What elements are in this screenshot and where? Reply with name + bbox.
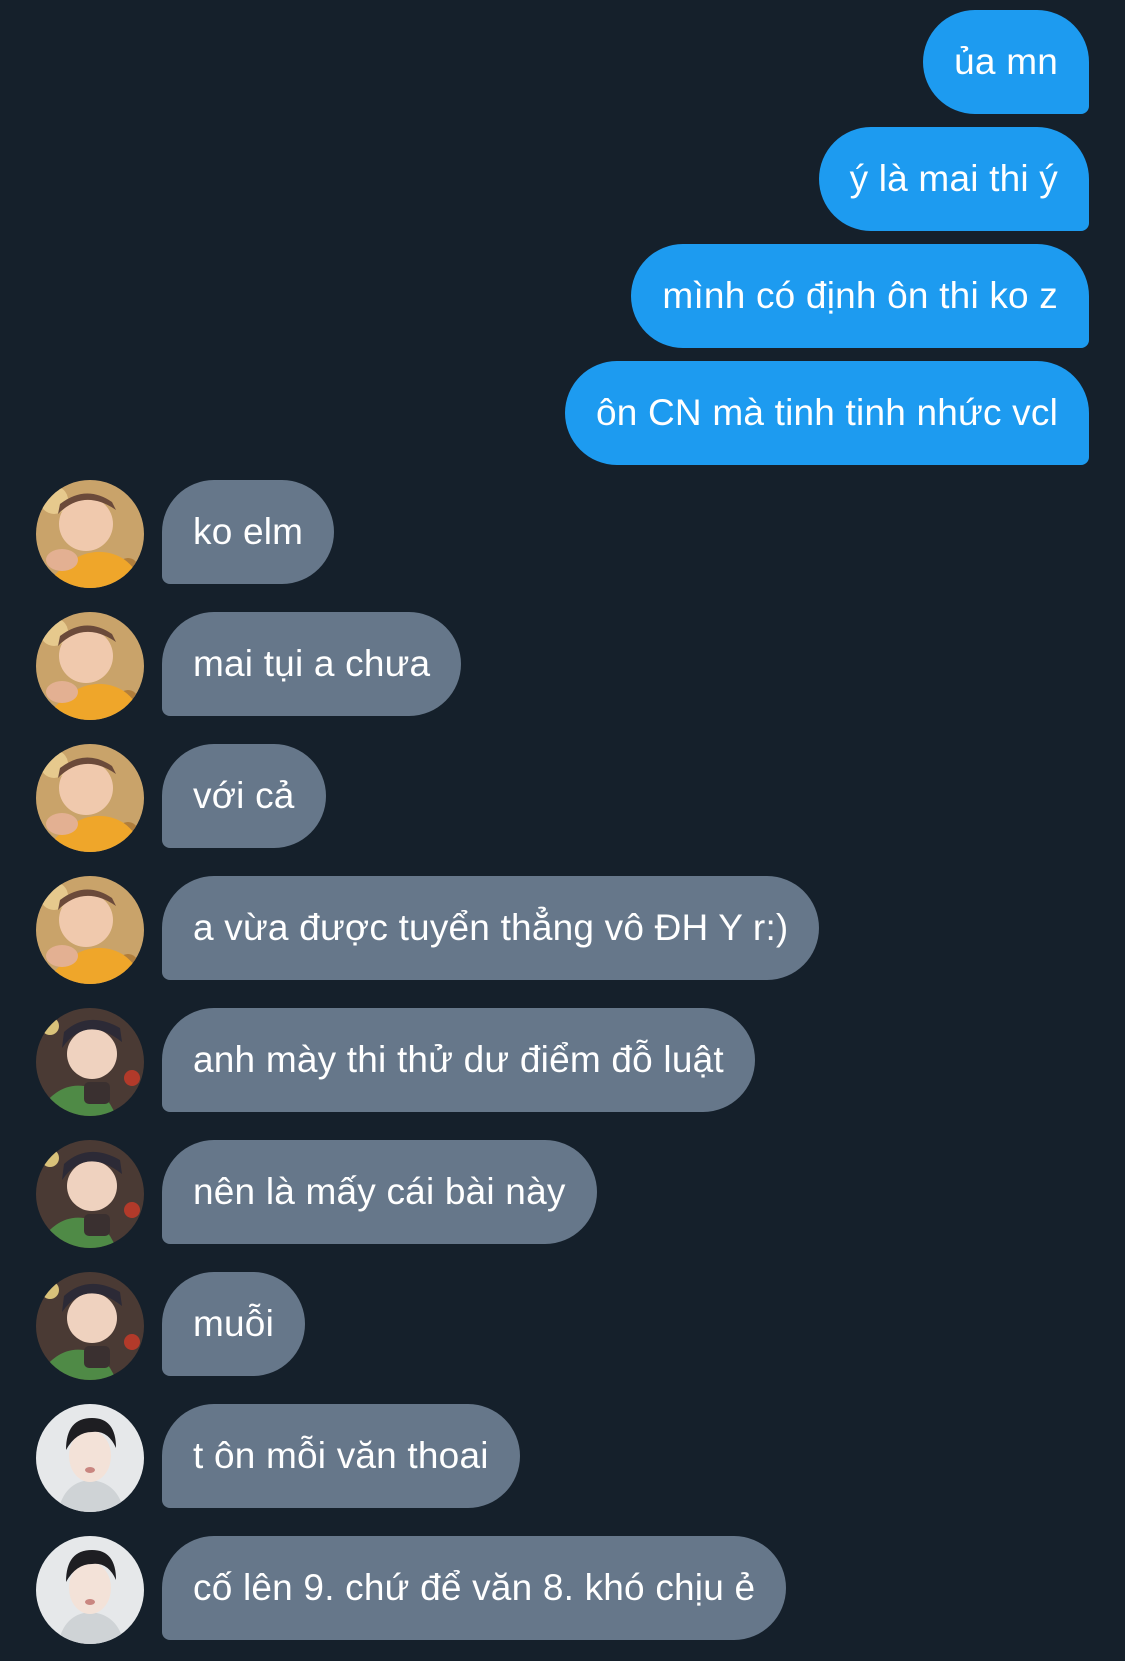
message-row: ko elm — [0, 480, 1125, 588]
message-row: mai tụi a chưa — [0, 612, 1125, 720]
message-row: mình có định ôn thi ko z — [0, 244, 1125, 348]
avatar-orange-sweater[interactable] — [36, 480, 144, 588]
avatar-orange-sweater[interactable] — [36, 876, 144, 984]
message-row: ôn CN mà tinh tinh nhức vcl — [0, 361, 1125, 465]
message-row: ý là mai thi ý — [0, 127, 1125, 231]
sent-message-bubble[interactable]: ủa mn — [923, 10, 1089, 114]
avatar-portrait-light[interactable] — [36, 1404, 144, 1512]
received-message-bubble[interactable]: t ôn mỗi văn thoai — [162, 1404, 520, 1508]
message-row: anh mày thi thử dư điểm đỗ luật — [0, 1008, 1125, 1116]
avatar-portrait-light[interactable] — [36, 1536, 144, 1644]
avatar-green-sweater[interactable] — [36, 1008, 144, 1116]
received-message-bubble[interactable]: cố lên 9. chứ để văn 8. khó chịu ẻ — [162, 1536, 787, 1640]
message-row: với cả — [0, 744, 1125, 852]
message-row: ủa mn — [0, 10, 1125, 114]
message-row: nên là mấy cái bài này — [0, 1140, 1125, 1248]
avatar-orange-sweater[interactable] — [36, 612, 144, 720]
sent-message-bubble[interactable]: ý là mai thi ý — [818, 127, 1089, 231]
avatar-green-sweater[interactable] — [36, 1140, 144, 1248]
message-row: muỗi — [0, 1272, 1125, 1380]
received-message-bubble[interactable]: muỗi — [162, 1272, 305, 1376]
message-thread: ủa mn ý là mai thi ý mình có định ôn thi… — [0, 0, 1125, 1661]
received-message-bubble[interactable]: với cả — [162, 744, 326, 848]
received-message-bubble[interactable]: nên là mấy cái bài này — [162, 1140, 597, 1244]
received-message-bubble[interactable]: a vừa được tuyển thẳng vô ĐH Y r:) — [162, 876, 820, 980]
received-message-bubble[interactable]: anh mày thi thử dư điểm đỗ luật — [162, 1008, 755, 1112]
message-row: t ôn mỗi văn thoai — [0, 1404, 1125, 1512]
sent-message-bubble[interactable]: mình có định ôn thi ko z — [631, 244, 1089, 348]
received-message-bubble[interactable]: mai tụi a chưa — [162, 612, 462, 716]
received-message-bubble[interactable]: ko elm — [162, 480, 335, 584]
sent-message-bubble[interactable]: ôn CN mà tinh tinh nhức vcl — [564, 361, 1089, 465]
avatar-orange-sweater[interactable] — [36, 744, 144, 852]
message-row: cố lên 9. chứ để văn 8. khó chịu ẻ — [0, 1536, 1125, 1644]
avatar-green-sweater[interactable] — [36, 1272, 144, 1380]
message-row: a vừa được tuyển thẳng vô ĐH Y r:) — [0, 876, 1125, 984]
